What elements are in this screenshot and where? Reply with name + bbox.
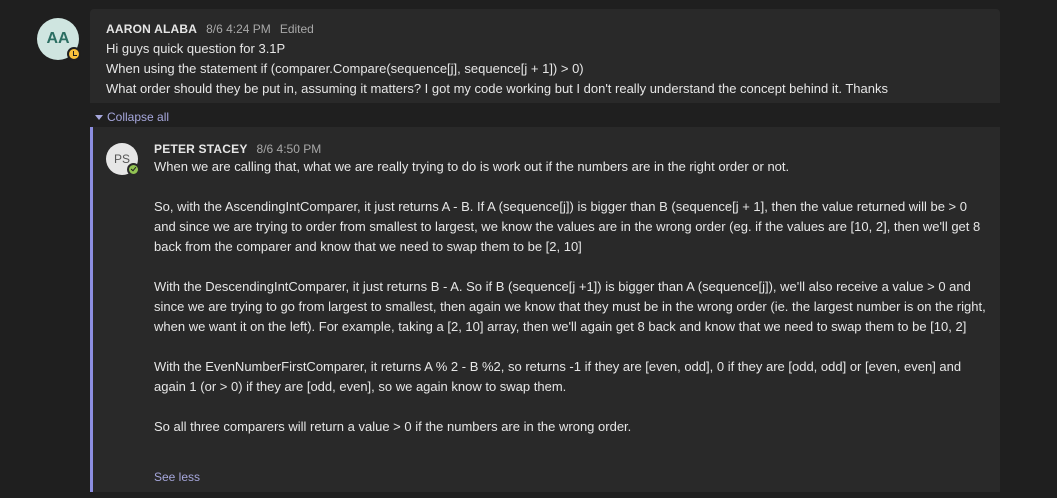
root-message-line: What order should they be put in, assumi…	[106, 81, 888, 96]
root-author-name[interactable]: AARON ALABA	[106, 22, 197, 36]
reply-paragraph: So, with the AscendingIntComparer, it ju…	[154, 199, 981, 254]
reply-paragraph: When we are calling that, what we are re…	[154, 159, 790, 174]
caret-down-icon	[95, 114, 103, 120]
reply-body: When we are calling that, what we are re…	[154, 157, 986, 457]
see-less-link[interactable]: See less	[154, 470, 200, 484]
edited-label: Edited	[279, 22, 314, 36]
root-message-card[interactable]: AARON ALABA 8/6 4:24 PM Edited Hi guys q…	[90, 9, 1000, 103]
collapse-all-button[interactable]: Collapse all	[95, 110, 169, 124]
presence-away-icon	[67, 47, 81, 61]
root-timestamp: 8/6 4:24 PM	[206, 22, 271, 36]
reply-author-name[interactable]: PETER STACEY	[154, 142, 248, 156]
reply-paragraph: With the DescendingIntComparer, it just …	[154, 279, 986, 334]
root-message-header: AARON ALABA 8/6 4:24 PM Edited	[106, 22, 314, 36]
root-message-body: Hi guys quick question for 3.1P When usi…	[106, 39, 888, 99]
reply-paragraph: With the EvenNumberFirstComparer, it ret…	[154, 359, 962, 394]
thread-bar	[90, 127, 93, 492]
root-message-line: Hi guys quick question for 3.1P	[106, 41, 286, 56]
reply-timestamp: 8/6 4:50 PM	[256, 142, 322, 156]
root-message-line: When using the statement if (comparer.Co…	[106, 61, 584, 76]
reply-paragraph: So all three comparers will return a val…	[154, 419, 632, 434]
collapse-all-label: Collapse all	[107, 110, 170, 124]
reply-header: PETER STACEY 8/6 4:50 PM	[154, 142, 321, 156]
reply-card[interactable]: PS PETER STACEY 8/6 4:50 PM When we are …	[90, 127, 1000, 492]
presence-available-icon	[127, 163, 140, 176]
